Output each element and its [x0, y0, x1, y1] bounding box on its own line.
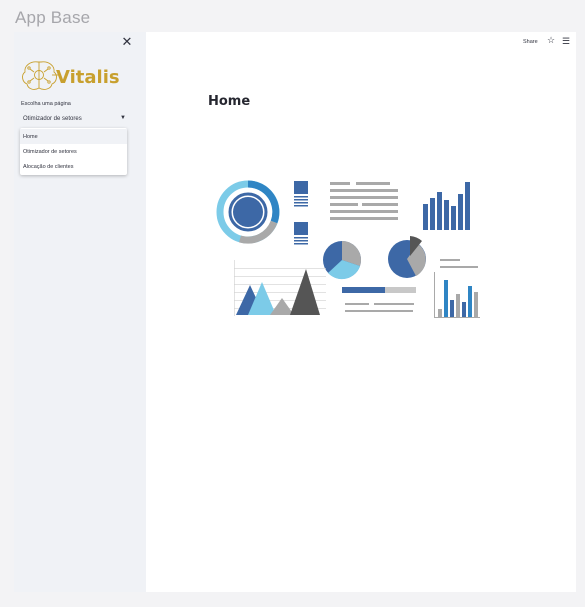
- page-title: Home: [208, 94, 251, 109]
- pie-chart-graphic-2: [388, 236, 426, 278]
- share-button[interactable]: Share: [523, 39, 538, 45]
- progress-bar-graphic: [342, 287, 416, 312]
- dropdown-option-label: Home: [23, 134, 38, 140]
- app-title: App Base: [15, 8, 91, 27]
- pie-chart-graphic: [323, 241, 361, 280]
- app-frame: ✕ Vitalis Escolha uma página Otimizador …: [14, 32, 576, 592]
- dropdown-option-home[interactable]: Home: [20, 129, 127, 144]
- bar-chart-graphic: [423, 182, 470, 230]
- column-chart-graphic: [434, 272, 480, 318]
- page-select-value: Otimizador de setores: [23, 116, 82, 122]
- logo-text: Vitalis: [56, 67, 120, 88]
- area-chart-graphic: [234, 260, 326, 316]
- legend-lines-graphic: [440, 259, 478, 268]
- sidebar: ✕ Vitalis Escolha uma página Otimizador …: [14, 32, 146, 592]
- dashboard-charts-illustration: [216, 180, 480, 318]
- hamburger-menu-icon[interactable]: ☰: [562, 36, 570, 47]
- close-icon[interactable]: ✕: [121, 35, 133, 48]
- dropdown-option-label: Otimizador de setores: [23, 149, 77, 155]
- page-select-label: Escolha uma página: [21, 101, 71, 107]
- dropdown-option-label: Alocação de clientes: [23, 164, 74, 170]
- page-select-dropdown: Home Otimizador de setores Alocação de c…: [20, 128, 127, 175]
- star-icon[interactable]: ☆: [547, 35, 555, 46]
- text-lines-graphic: [330, 182, 398, 220]
- brain-circuit-icon: [22, 61, 58, 90]
- chevron-down-icon: ▼: [120, 115, 126, 121]
- donut-chart-graphic: [216, 180, 280, 244]
- page-select[interactable]: Otimizador de setores ▼: [20, 114, 126, 126]
- dropdown-option-alocacao[interactable]: Alocação de clientes: [20, 159, 127, 174]
- legend-blocks-graphic: [294, 181, 308, 245]
- dropdown-option-otimizador[interactable]: Otimizador de setores: [20, 144, 127, 159]
